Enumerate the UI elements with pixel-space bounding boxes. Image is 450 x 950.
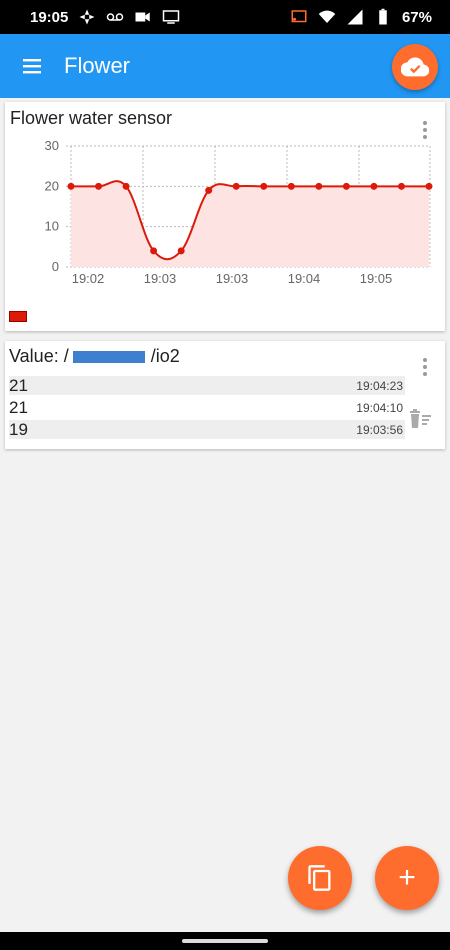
value-row-time: 19:04:23 (356, 378, 403, 393)
y-tick-label: 20 (45, 178, 59, 193)
x-tick-label: 19:03 (216, 271, 249, 286)
data-point (342, 182, 350, 190)
value-card[interactable]: Value: / /io2 21 19:04:23 21 19:04:10 19… (5, 341, 445, 449)
chart-card[interactable]: Flower water sensor 30 20 10 0 19:02 19:03 19:… (5, 102, 445, 331)
data-point (95, 182, 103, 190)
value-row: 21 19:04:23 (9, 376, 405, 395)
home-handle[interactable] (182, 939, 268, 943)
status-bar: 19:05 67% (0, 0, 450, 34)
value-card-menu-button[interactable] (415, 355, 435, 379)
y-tick-label: 10 (45, 219, 59, 234)
x-tick-label: 19:02 (72, 271, 105, 286)
value-title-prefix: Value: / (9, 346, 69, 366)
data-point (287, 182, 295, 190)
data-point (205, 186, 213, 194)
screen-cast-icon (162, 8, 180, 26)
series-area (71, 181, 429, 267)
hamburger-icon (23, 59, 41, 74)
video-icon (134, 8, 152, 26)
sensor-chart: 30 20 10 0 19:02 19:03 19:03 19:04 19:05 (45, 138, 433, 286)
voicemail-icon (106, 8, 124, 26)
value-row-value: 21 (9, 375, 28, 395)
plus-icon: + (398, 861, 416, 894)
data-point (177, 247, 185, 255)
value-row-value: 19 (9, 419, 28, 439)
cloud-sync-button[interactable] (392, 44, 438, 90)
data-point (315, 182, 323, 190)
copy-button[interactable] (288, 846, 352, 910)
signal-icon (346, 8, 364, 26)
value-title-suffix: /io2 (150, 346, 180, 366)
legend-swatch (9, 311, 27, 322)
value-row: 21 19:04:10 (9, 398, 405, 417)
copy-icon (308, 865, 331, 891)
page-title: Flower (64, 53, 131, 78)
wifi-icon (318, 8, 336, 26)
menu-button[interactable] (0, 34, 64, 98)
delete-sweep-icon (410, 409, 431, 428)
pinwheel-icon (78, 8, 96, 26)
navigation-bar (0, 932, 450, 950)
clear-history-button[interactable] (407, 407, 433, 429)
value-row: 19 19:03:56 (9, 420, 405, 439)
status-time: 19:05 (30, 8, 69, 26)
value-row-time: 19:04:10 (356, 400, 403, 415)
redacted-topic (72, 350, 145, 363)
data-point (122, 182, 130, 190)
battery-percent: 67% (401, 8, 432, 26)
cast-icon (290, 8, 308, 26)
y-tick-label: 30 (45, 138, 59, 153)
data-point (67, 182, 75, 190)
app-bar: Flower (0, 34, 450, 98)
value-row-value: 21 (9, 397, 28, 417)
x-tick-label: 19:05 (360, 271, 393, 286)
value-row-time: 19:03:56 (356, 422, 403, 437)
data-point (260, 182, 268, 190)
more-vert-icon (423, 358, 427, 362)
add-button[interactable]: + (375, 846, 439, 910)
cloud-done-icon (401, 57, 429, 77)
x-tick-label: 19:03 (144, 271, 177, 286)
x-tick-label: 19:04 (288, 271, 321, 286)
data-point (232, 182, 240, 190)
value-card-title: Value: / /io2 (9, 346, 180, 367)
y-tick-label: 0 (52, 259, 59, 274)
data-point (397, 182, 405, 190)
battery-icon (374, 8, 392, 26)
data-point (370, 182, 378, 190)
data-point (150, 247, 158, 255)
data-point (425, 182, 433, 190)
